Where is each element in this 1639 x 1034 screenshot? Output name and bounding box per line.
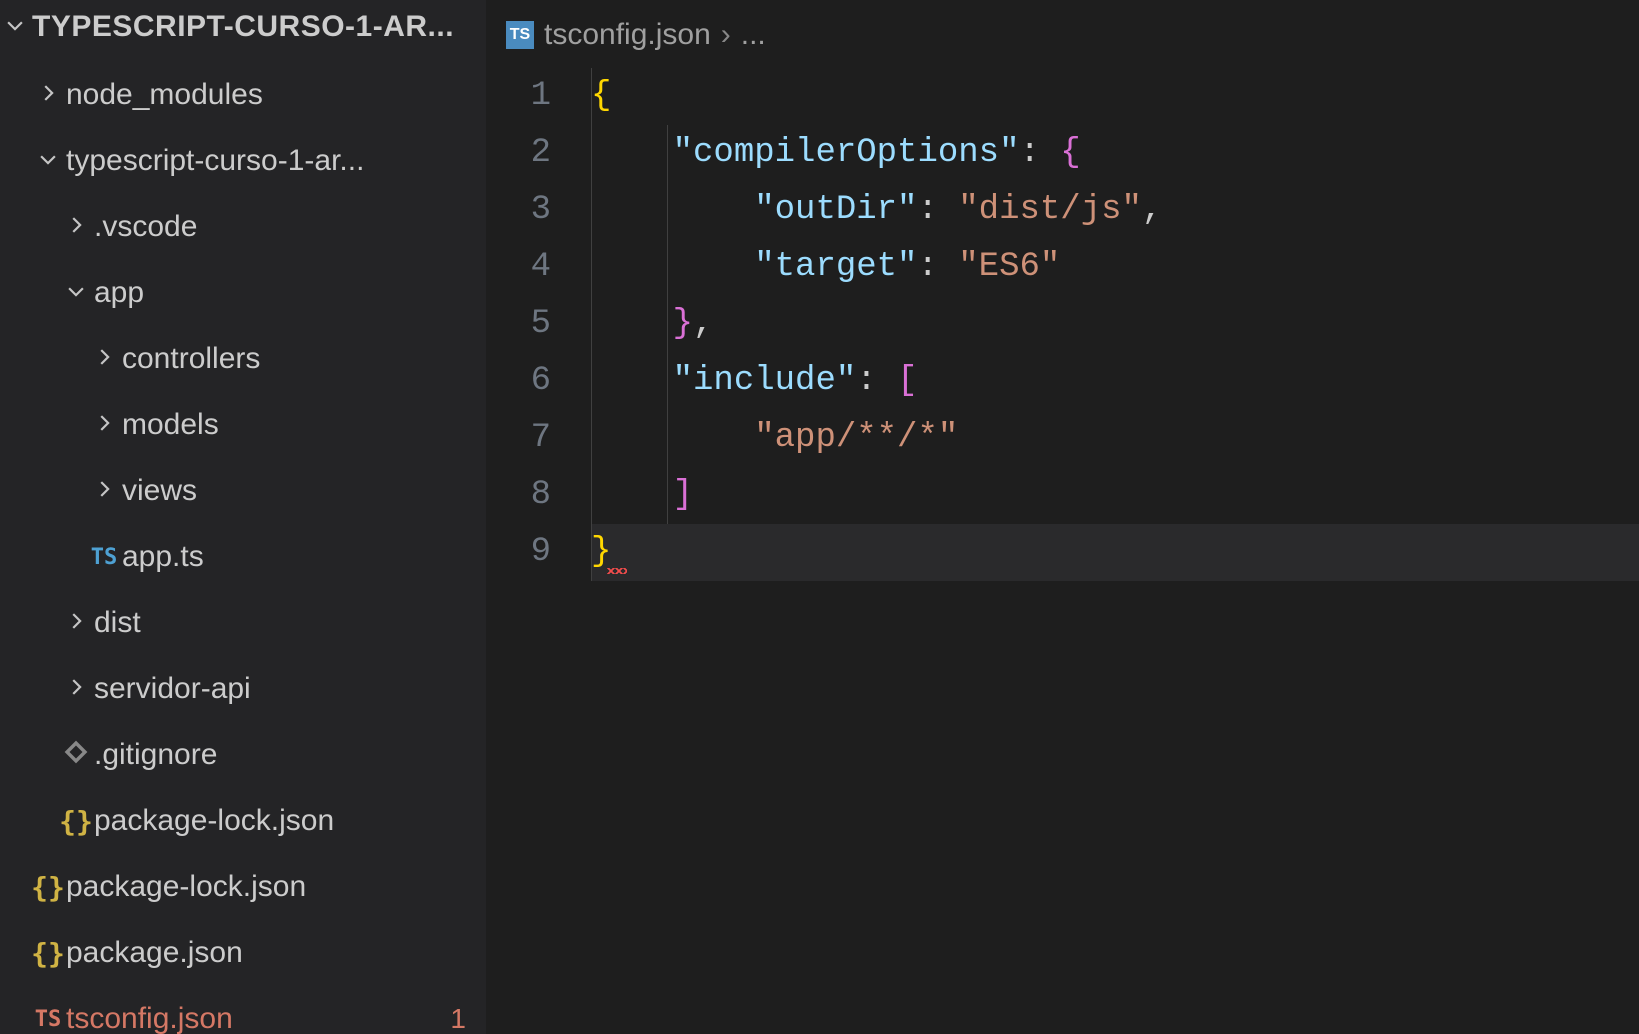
explorer-project-header[interactable]: TYPESCRIPT-CURSO-1-AR...: [0, 0, 486, 62]
folder-label: node_modules: [66, 78, 263, 112]
tree-folder-vscode[interactable]: .vscode: [0, 194, 486, 260]
tree-folder-node-modules[interactable]: node_modules: [0, 62, 486, 128]
line-number: 7: [486, 410, 551, 467]
typescript-file-icon: TS: [506, 21, 534, 49]
tree-folder-views[interactable]: views: [0, 458, 486, 524]
code-line[interactable]: "app/**/*": [591, 410, 1639, 467]
folder-label: app: [94, 276, 144, 310]
folder-label: .vscode: [94, 210, 197, 244]
tree-file-package-json[interactable]: {} package.json: [0, 920, 486, 986]
git-file-icon: [58, 738, 94, 773]
chevron-right-icon: [58, 672, 94, 706]
file-label: package-lock.json: [66, 870, 306, 904]
file-label: app.ts: [122, 540, 204, 574]
file-label: package.json: [66, 936, 243, 970]
tree-folder-servidor-api[interactable]: servidor-api: [0, 656, 486, 722]
chevron-right-icon: [86, 474, 122, 508]
chevron-right-icon: [30, 78, 66, 112]
breadcrumb-file: tsconfig.json: [544, 18, 711, 52]
line-number: 6: [486, 353, 551, 410]
tree-file-tsconfig[interactable]: TS tsconfig.json 1: [0, 986, 486, 1034]
code-line[interactable]: },: [591, 296, 1639, 353]
tree-folder-subproject[interactable]: typescript-curso-1-ar...: [0, 128, 486, 194]
folder-label: controllers: [122, 342, 260, 376]
file-tree: node_modules typescript-curso-1-ar... .v…: [0, 62, 486, 1034]
editor-tabs[interactable]: [486, 0, 1639, 10]
line-number: 3: [486, 182, 551, 239]
code-line[interactable]: "target": "ES6": [591, 239, 1639, 296]
chevron-down-icon: [30, 144, 66, 178]
line-number: 8: [486, 467, 551, 524]
file-explorer: TYPESCRIPT-CURSO-1-AR... node_modules ty…: [0, 0, 486, 1034]
typescript-file-icon: TS: [86, 545, 122, 570]
line-number: 9: [486, 524, 551, 581]
chevron-right-icon: [58, 210, 94, 244]
code-line[interactable]: "include": [: [591, 353, 1639, 410]
tree-file-gitignore[interactable]: .gitignore: [0, 722, 486, 788]
tree-folder-dist[interactable]: dist: [0, 590, 486, 656]
json-file-icon: {}: [58, 805, 94, 838]
chevron-right-icon: [86, 408, 122, 442]
code-line[interactable]: }: [591, 524, 1639, 581]
chevron-down-icon: [0, 10, 30, 44]
folder-label: typescript-curso-1-ar...: [66, 144, 364, 178]
file-label: package-lock.json: [94, 804, 334, 838]
chevron-right-icon: ›: [721, 18, 731, 52]
code-line[interactable]: {: [591, 68, 1639, 125]
code-line[interactable]: ]: [591, 467, 1639, 524]
folder-label: servidor-api: [94, 672, 251, 706]
folder-label: models: [122, 408, 219, 442]
breadcrumb-tail: ...: [741, 18, 766, 52]
tree-folder-models[interactable]: models: [0, 392, 486, 458]
chevron-down-icon: [58, 276, 94, 310]
error-squiggle: [607, 568, 627, 574]
json-file-icon: {}: [30, 937, 66, 970]
code-line[interactable]: "outDir": "dist/js",: [591, 182, 1639, 239]
line-number: 4: [486, 239, 551, 296]
tree-folder-controllers[interactable]: controllers: [0, 326, 486, 392]
json-file-icon: {}: [30, 871, 66, 904]
line-number: 1: [486, 68, 551, 125]
line-number: 5: [486, 296, 551, 353]
tree-file-package-lock-inner[interactable]: {} package-lock.json: [0, 788, 486, 854]
chevron-right-icon: [86, 342, 122, 376]
code-content[interactable]: { "compilerOptions": { "outDir": "dist/j…: [591, 68, 1639, 1034]
file-label: tsconfig.json: [66, 1002, 233, 1034]
folder-label: views: [122, 474, 197, 508]
file-label: .gitignore: [94, 738, 217, 772]
folder-label: dist: [94, 606, 141, 640]
code-editor[interactable]: 1 2 3 4 5 6 7 8 9 { "compilerOptions": {…: [486, 68, 1639, 1034]
error-count-badge: 1: [450, 1003, 466, 1034]
line-number-gutter: 1 2 3 4 5 6 7 8 9: [486, 68, 591, 1034]
code-line[interactable]: "compilerOptions": {: [591, 125, 1639, 182]
chevron-right-icon: [58, 606, 94, 640]
project-name: TYPESCRIPT-CURSO-1-AR...: [32, 10, 454, 44]
typescript-file-icon: TS: [30, 1007, 66, 1032]
line-number: 2: [486, 125, 551, 182]
tree-file-package-lock-outer[interactable]: {} package-lock.json: [0, 854, 486, 920]
editor-area: TS tsconfig.json › ... 1 2 3 4 5 6 7 8 9…: [486, 0, 1639, 1034]
tree-folder-app[interactable]: app: [0, 260, 486, 326]
tree-file-app-ts[interactable]: TS app.ts: [0, 524, 486, 590]
breadcrumb[interactable]: TS tsconfig.json › ...: [486, 10, 1639, 68]
